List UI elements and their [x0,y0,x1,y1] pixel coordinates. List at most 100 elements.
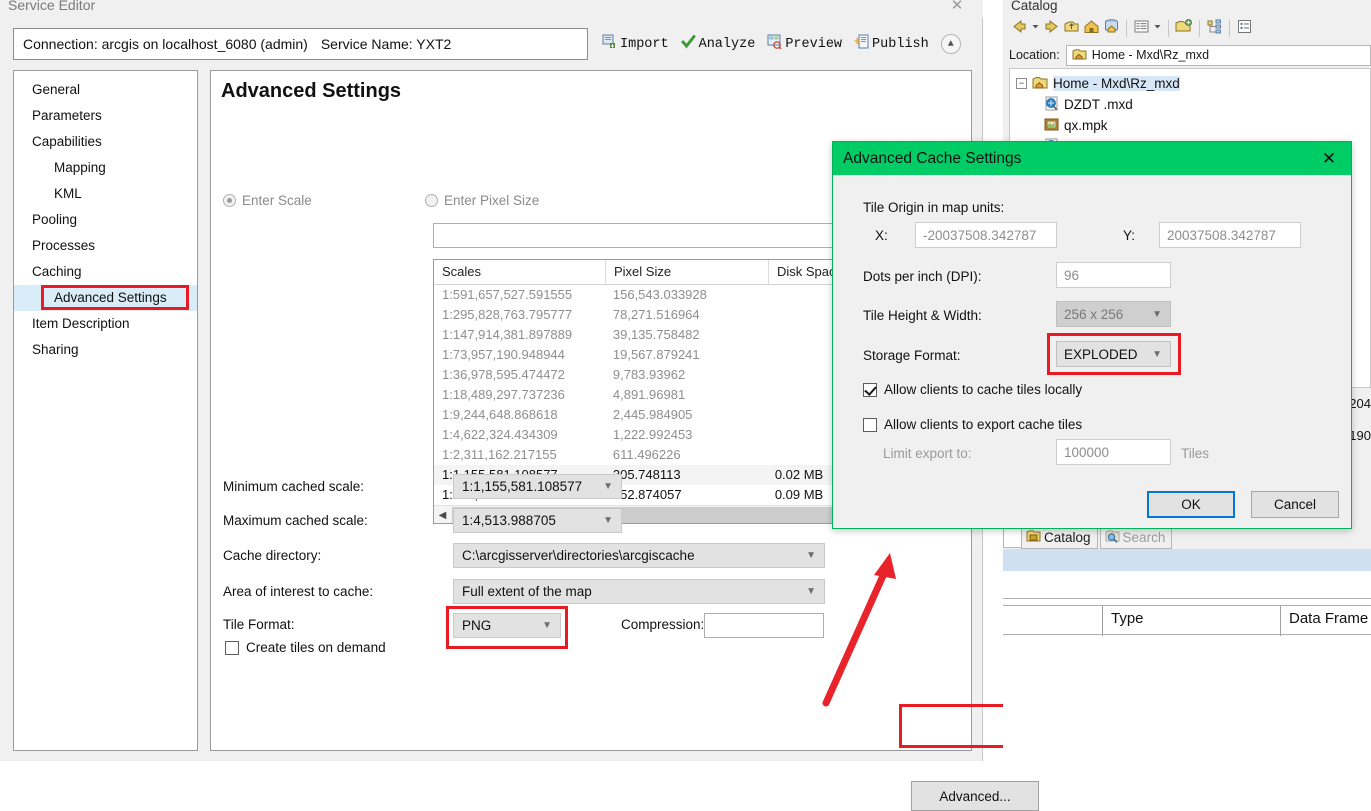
table-row[interactable]: 1:147,914,381.89788939,135.758482 [434,325,894,345]
location-input[interactable]: Home - Mxd\Rz_mxd [1066,45,1371,66]
radio-enter-pixel-size[interactable]: Enter Pixel Size [425,193,539,208]
check-icon [681,34,696,54]
tree-item-qx-mpk[interactable]: qx.mpk [1016,115,1370,136]
cache-directory-select[interactable]: C:\arcgisserver\directories\arcgiscache … [453,543,825,568]
table-row[interactable]: 1:36,978,595.4744729,783.93962 [434,365,894,385]
tab-catalog[interactable]: Catalog [1021,526,1098,549]
sidebar-item-capabilities[interactable]: Capabilities [14,129,197,155]
y-input[interactable]: 20037508.342787 [1159,222,1301,248]
dpi-input[interactable]: 96 [1056,262,1171,288]
new-folder-icon[interactable] [1175,18,1193,38]
allow-cache-locally-label: Allow clients to cache tiles locally [884,382,1082,397]
tree-item-dzdt-mxd[interactable]: DZDT .mxd [1016,94,1370,115]
preview-label: Preview [785,37,842,52]
tree-view-icon[interactable] [1206,18,1223,38]
compression-input[interactable] [704,613,824,638]
sidebar-item-parameters[interactable]: Parameters [14,103,197,129]
limit-export-input[interactable]: 100000 [1056,439,1171,465]
location-value: Home - Mxd\Rz_mxd [1092,48,1209,62]
radio-enter-scale[interactable]: Enter Scale [223,193,312,208]
home-icon[interactable] [1083,18,1100,38]
chevron-down-icon: ▼ [542,620,552,631]
sidebar-item-advanced-settings[interactable]: Advanced Settings [14,285,197,311]
advanced-button[interactable]: Advanced... [911,781,1039,811]
table-row[interactable]: 1:73,957,190.94894419,567.879241 [434,345,894,365]
column-header-pixel-size[interactable]: Pixel Size [606,260,769,285]
analyze-button[interactable]: Analyze [677,32,760,56]
table-row[interactable]: 1:295,828,763.79577778,271.516964 [434,305,894,325]
toolbar-separator [1199,20,1200,37]
column-header-scales[interactable]: Scales [434,260,606,285]
min-cached-scale-select[interactable]: 1:1,155,581.108577 ▼ [453,474,622,499]
chevron-down-icon: ▼ [806,550,816,561]
sidebar-item-item-description[interactable]: Item Description [14,311,197,337]
page-title: Advanced Settings [221,80,401,103]
table-header-row: Type Data Frame [1003,605,1371,635]
tree-root-home[interactable]: − Home - Mxd\Rz_mxd [1016,73,1370,94]
list-view-icon[interactable] [1133,18,1150,38]
storage-format-select[interactable]: EXPLODED ▼ [1056,341,1171,367]
sidebar-item-general[interactable]: General [14,77,197,103]
area-of-interest-label: Area of interest to cache: [223,584,373,599]
preview-button[interactable]: Preview [763,32,846,56]
home-database-icon[interactable] [1103,18,1120,38]
service-editor-titlebar: Service Editor ✕ [0,0,983,18]
sidebar-item-processes[interactable]: Processes [14,233,197,259]
service-editor-toolbar: Import Analyze Preview [598,30,961,58]
table-row[interactable]: 1:2,311,162.217155611.496226 [434,445,894,465]
forward-icon[interactable] [1043,18,1060,38]
chevron-down-icon: ▼ [1152,309,1162,320]
list-view-dropdown-icon[interactable] [1153,18,1162,38]
tile-format-select[interactable]: PNG ▼ [453,613,561,638]
collapse-chevron-icon[interactable]: ▲ [941,34,961,54]
area-of-interest-select[interactable]: Full extent of the map ▼ [453,579,825,604]
sidebar-item-pooling[interactable]: Pooling [14,207,197,233]
cell-pixel: 2,445.984905 [605,405,767,425]
dialog-titlebar: Advanced Cache Settings ✕ [833,142,1351,175]
x-label: X: [875,228,888,243]
back-dropdown-icon[interactable] [1031,18,1040,38]
up-one-level-icon[interactable] [1063,18,1080,38]
ok-button[interactable]: OK [1147,491,1235,518]
column-header-type[interactable]: Type [1103,606,1281,636]
column-header-data-frame[interactable]: Data Frame [1281,606,1371,636]
sidebar-item-kml[interactable]: KML [14,181,197,207]
cell-pixel: 78,271.516964 [605,305,767,325]
tree-collapse-icon[interactable]: − [1016,78,1027,89]
table-row[interactable]: 1:9,244,648.8686182,445.984905 [434,405,894,425]
cell-scale: 1:2,311,162.217155 [434,445,605,465]
sidebar-item-caching[interactable]: Caching [14,259,197,285]
cell-pixel: 39,135.758482 [605,325,767,345]
checkbox-box [225,641,239,655]
max-cached-scale-select[interactable]: 1:4,513.988705 ▼ [453,508,622,533]
checkbox-box [863,383,877,397]
toolbar-separator [1168,20,1169,37]
allow-export-tiles-checkbox[interactable]: Allow clients to export cache tiles [863,417,1082,432]
x-input[interactable]: -20037508.342787 [915,222,1057,248]
table-row[interactable]: 1:4,622,324.4343091,222.992453 [434,425,894,445]
location-label: Location: [1009,48,1060,62]
table-row[interactable]: 1:591,657,527.591555156,543.033928 [434,285,894,305]
cell-scale: 1:295,828,763.795777 [434,305,605,325]
search-icon [1105,529,1120,546]
close-icon[interactable]: ✕ [1317,147,1341,171]
create-tiles-on-demand-checkbox[interactable]: Create tiles on demand [225,640,386,655]
close-icon[interactable]: ✕ [947,0,967,16]
tab-search[interactable]: Search [1100,526,1173,549]
cell-scale: 1:591,657,527.591555 [434,285,605,305]
sidebar-item-mapping[interactable]: Mapping [14,155,197,181]
tile-size-label: Tile Height & Width: [863,308,982,323]
table-row[interactable]: 1:18,489,297.7372364,891.96981 [434,385,894,405]
tile-size-select[interactable]: 256 x 256 ▼ [1056,301,1171,327]
publish-button[interactable]: Publish [850,32,933,56]
column-header-blank[interactable] [1003,606,1103,636]
chevron-down-icon: ▼ [603,481,613,492]
chevron-down-icon: ▼ [603,515,613,526]
allow-export-tiles-label: Allow clients to export cache tiles [884,417,1082,432]
sidebar-item-sharing[interactable]: Sharing [14,337,197,363]
import-button[interactable]: Import [598,32,673,56]
cancel-button[interactable]: Cancel [1251,491,1339,518]
back-icon[interactable] [1011,18,1028,38]
properties-icon[interactable] [1236,18,1253,38]
allow-cache-locally-checkbox[interactable]: Allow clients to cache tiles locally [863,382,1082,397]
